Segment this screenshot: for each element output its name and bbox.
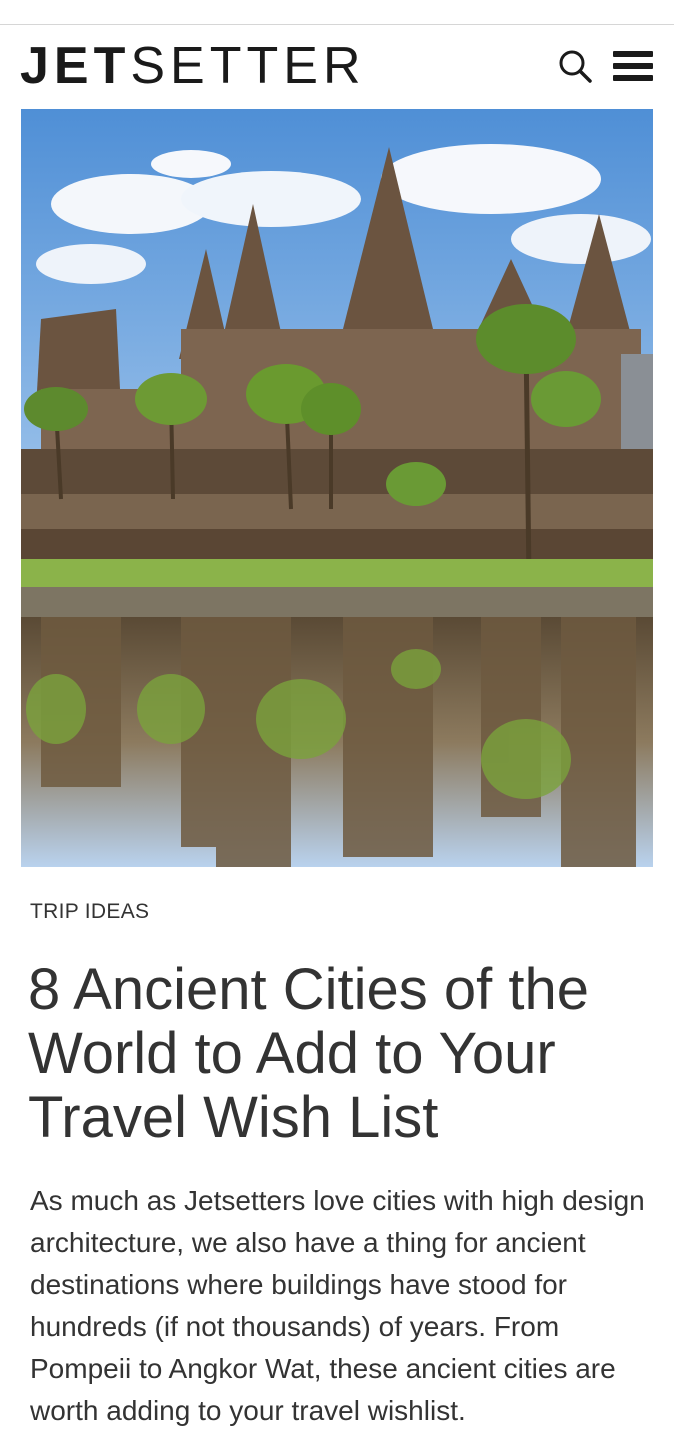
article-intro: As much as Jetsetters love cities with h… [30,1185,645,1426]
logo-light-part: SETTER [130,37,366,95]
menu-button[interactable] [612,45,654,87]
site-header: JETSETTER [0,25,674,109]
hero-image[interactable] [21,109,653,867]
article-category[interactable]: TRIP IDEAS [30,900,149,924]
status-bar [0,0,674,25]
jetsetter-logo[interactable]: JETSETTER [20,39,366,93]
search-icon [559,50,592,83]
article-title: 8 Ancient Cities of the World to Add to … [28,957,589,1150]
search-button[interactable] [554,45,596,87]
hamburger-menu-icon [613,51,653,81]
logo-bold-part: JET [20,37,131,95]
angkor-wat-photo [21,109,653,867]
